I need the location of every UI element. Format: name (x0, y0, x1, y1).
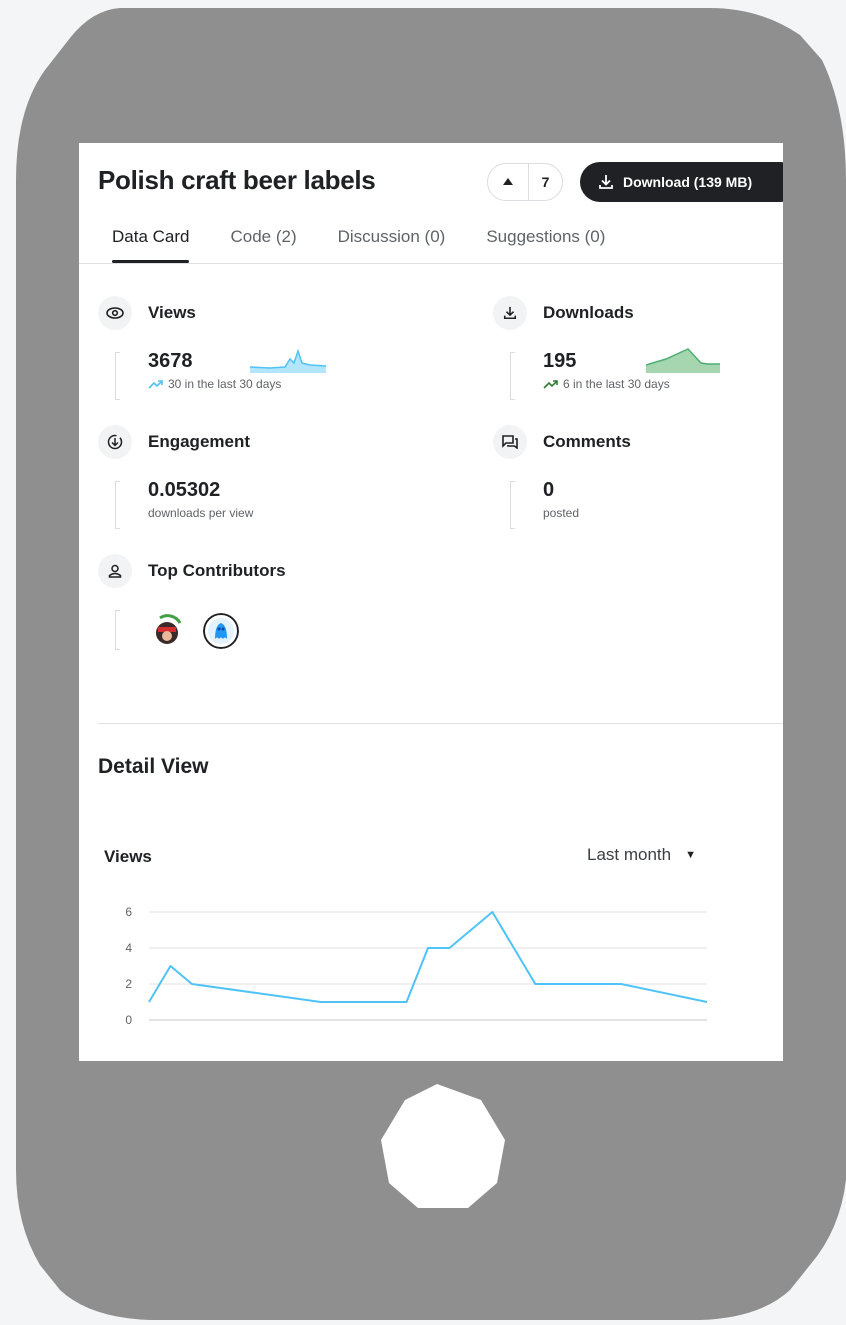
downloads-trend: 6 in the last 30 days (543, 377, 670, 391)
avatar-image (203, 613, 239, 649)
upvote-count: 7 (541, 174, 550, 190)
y-tick-label: 2 (125, 977, 132, 991)
engagement-header: Engagement (98, 425, 250, 459)
avatar-image (151, 614, 185, 648)
downloads-sparkline (646, 348, 720, 373)
engagement-label: Engagement (148, 432, 251, 451)
downloads-trend-text: 6 in the last 30 days (563, 377, 670, 391)
engagement-icon (98, 425, 132, 459)
triangle-up-icon (503, 178, 513, 185)
download-button[interactable]: Download (139 MB) (580, 162, 783, 202)
contributors-list (115, 610, 148, 650)
engagement-stat: 0.05302 downloads per view (115, 479, 254, 529)
tab-data-card[interactable]: Data Card (98, 223, 190, 263)
app-screen: Polish craft beer labels 7 Download (139… (79, 143, 783, 1061)
views-label: Views (148, 303, 196, 322)
comments-header: Comments (493, 425, 631, 459)
views-trend-text: 30 in the last 30 days (168, 377, 282, 391)
views-sparkline (250, 348, 326, 373)
contributors-header: Top Contributors (98, 554, 286, 588)
eye-icon (98, 296, 132, 330)
contributors-label: Top Contributors (148, 561, 286, 580)
views-trend: 30 in the last 30 days (148, 377, 281, 391)
views-header: Views (98, 296, 196, 330)
tab-discussion[interactable]: Discussion (0) (324, 223, 446, 263)
comments-sub: posted (543, 506, 580, 520)
download-button-label: Download (139 MB) (623, 174, 753, 190)
upvote-control[interactable]: 7 (487, 163, 563, 201)
upvote-button[interactable] (488, 176, 528, 188)
tab-code[interactable]: Code (2) (216, 223, 296, 263)
contributor-avatar[interactable] (150, 613, 186, 649)
detail-view-title: Detail View (98, 755, 209, 778)
engagement-value: 0.05302 (148, 479, 221, 501)
trending-up-icon (148, 380, 163, 389)
person-icon (98, 554, 132, 588)
comments-stat: 0 posted (510, 479, 580, 529)
y-tick-label: 4 (125, 941, 132, 955)
downloads-header: Downloads (493, 296, 634, 330)
tab-divider (79, 263, 783, 264)
comments-icon (493, 425, 527, 459)
range-dropdown[interactable]: Last month ▼ (587, 845, 696, 865)
download-icon (493, 296, 527, 330)
comments-value: 0 (543, 479, 555, 501)
comments-label: Comments (543, 432, 631, 451)
dataset-title: Polish craft beer labels (98, 165, 376, 195)
tab-bar: Data Card Code (2) Discussion (0) Sugges… (98, 223, 632, 263)
y-tick-label: 6 (125, 905, 132, 919)
tab-suggestions[interactable]: Suggestions (0) (472, 223, 605, 263)
trending-up-icon (543, 380, 558, 389)
contributor-avatar[interactable] (203, 613, 239, 649)
range-dropdown-value: Last month (587, 845, 672, 864)
downloads-label: Downloads (543, 303, 634, 322)
download-icon (599, 175, 613, 189)
views-line-chart: 0 2 4 6 (125, 905, 708, 1027)
chart-title: Views (104, 847, 152, 866)
caret-down-icon: ▼ (685, 849, 696, 861)
engagement-sub: downloads per view (148, 506, 254, 520)
y-tick-label: 0 (125, 1013, 132, 1027)
section-divider (98, 723, 783, 724)
views-series-line (148, 911, 708, 1003)
